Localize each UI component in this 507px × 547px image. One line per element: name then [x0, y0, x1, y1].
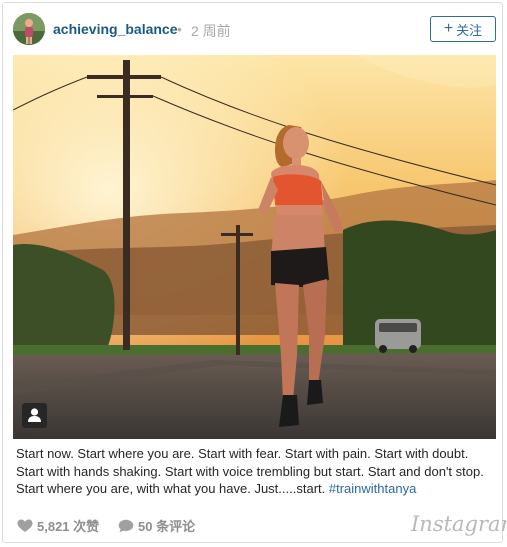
plus-icon: + — [443, 20, 454, 37]
heart-icon — [17, 519, 33, 532]
person-icon — [28, 408, 41, 422]
user-tag-button[interactable] — [22, 403, 47, 428]
post-time[interactable]: 2 周前 — [191, 21, 231, 41]
likes-label: 5,821 次赞 — [37, 519, 100, 534]
separator-dot: • — [177, 21, 182, 37]
post-card: achieving_balance • 2 周前 + 关注 Start now.… — [2, 2, 507, 543]
instagram-logo[interactable]: Instagram — [411, 512, 507, 536]
username-link[interactable]: achieving_balance — [53, 21, 178, 37]
avatar[interactable] — [13, 13, 45, 45]
hashtag-link[interactable]: #trainwithtanya — [329, 481, 416, 496]
follow-label: 关注 — [456, 22, 483, 38]
follow-button[interactable]: + 关注 — [430, 16, 496, 42]
comment-bubble-icon — [118, 519, 134, 532]
likes-count[interactable]: 5,821 次赞 — [17, 516, 99, 535]
comments-count[interactable]: 50 条评论 — [118, 516, 195, 535]
post-header: achieving_balance • 2 周前 + 关注 — [3, 3, 502, 55]
post-caption: Start now. Start where you are. Start wi… — [16, 445, 494, 498]
post-footer: 5,821 次赞 50 条评论 Instagram — [3, 508, 507, 540]
comments-label: 50 条评论 — [138, 519, 196, 534]
post-photo[interactable] — [13, 55, 496, 439]
